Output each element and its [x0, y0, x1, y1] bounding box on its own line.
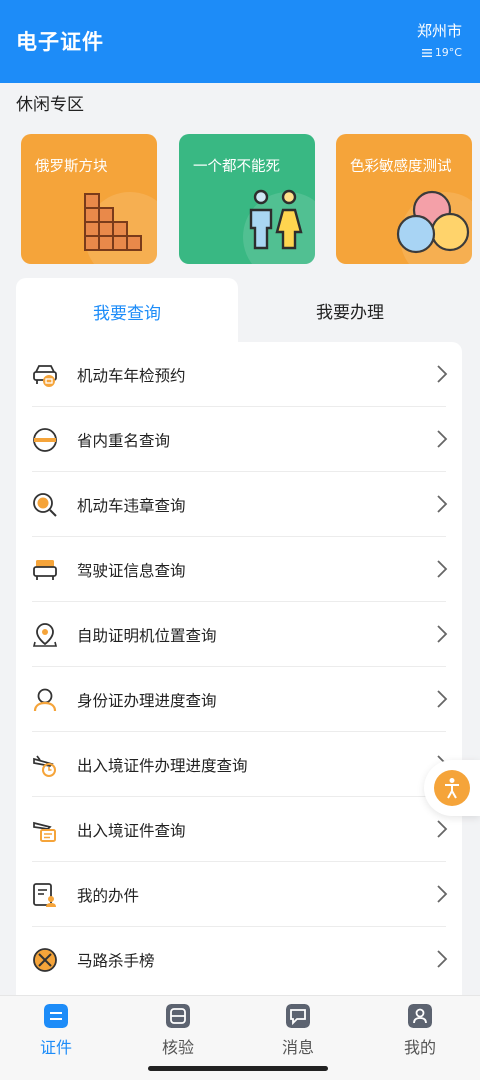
list-item-violation-search[interactable]: 机动车违章查询 — [16, 472, 462, 537]
list-item-label: 出入境证件办理进度查询 — [77, 757, 248, 775]
chevron-right-icon — [437, 820, 448, 838]
chevron-right-icon — [437, 560, 448, 578]
game-card-survive[interactable]: 一个都不能死 — [179, 134, 315, 264]
city-selector[interactable]: 郑州市 — [417, 20, 462, 41]
plane-clock-icon — [33, 755, 56, 777]
list-item-exit-entry-progress[interactable]: 出入境证件办理进度查询 — [16, 732, 462, 797]
haze-icon — [421, 48, 432, 57]
temperature: 19°C — [434, 46, 462, 59]
nav-documents[interactable]: 证件 — [16, 1004, 96, 1064]
game-card-color-test[interactable]: 色彩敏感度测试 — [336, 134, 472, 264]
chevron-right-icon — [437, 495, 448, 513]
location-pin-icon — [32, 623, 58, 647]
list-item-label: 机动车违章查询 — [77, 497, 186, 515]
list-item-label: 我的办件 — [77, 887, 140, 905]
nav-verify[interactable]: 核验 — [138, 1004, 218, 1064]
nav-label: 消息 — [281, 1038, 314, 1057]
car-inspection-icon — [33, 365, 57, 387]
accessibility-icon — [445, 778, 459, 799]
chevron-right-icon — [437, 885, 448, 903]
chevron-right-icon — [437, 950, 448, 968]
list-item-exit-entry-search[interactable]: 出入境证件查询 — [16, 797, 462, 862]
list-item-id-card-progress[interactable]: 身份证办理进度查询 — [16, 667, 462, 732]
nav-profile[interactable]: 我的 — [380, 1004, 460, 1064]
list-item-machine-location[interactable]: 自助证明机位置查询 — [16, 602, 462, 667]
name-search-icon — [33, 428, 57, 452]
chevron-right-icon — [437, 430, 448, 448]
profile-icon — [408, 1004, 432, 1028]
plane-document-icon — [33, 821, 56, 842]
couple-icon — [249, 189, 303, 250]
list-item-label: 身份证办理进度查询 — [77, 692, 217, 710]
message-icon — [286, 1004, 310, 1028]
tab-handle[interactable]: 我要办理 — [238, 278, 462, 342]
service-list: 机动车年检预约 省内重名查询 机动车违章查询 驾驶证信息查询 自助证明机位置查询… — [16, 342, 462, 997]
tetris-blocks-icon — [84, 193, 142, 251]
nav-label: 我的 — [403, 1038, 436, 1057]
chevron-right-icon — [437, 625, 448, 643]
my-documents-icon — [33, 883, 56, 907]
list-item-my-documents[interactable]: 我的办件 — [16, 862, 462, 927]
leisure-section-title: 休闲专区 — [16, 95, 84, 115]
list-item-car-inspection[interactable]: 机动车年检预约 — [16, 342, 462, 407]
list-item-label: 省内重名查询 — [77, 432, 171, 450]
card-label: 俄罗斯方块 — [35, 159, 108, 175]
list-item-road-killer[interactable]: 马路杀手榜 — [16, 927, 462, 992]
list-item-label: 马路杀手榜 — [77, 952, 155, 970]
chevron-right-icon — [437, 365, 448, 383]
nav-label: 证件 — [39, 1038, 72, 1057]
weather-info: 19°C — [421, 46, 462, 59]
tab-query[interactable]: 我要查询 — [16, 278, 238, 344]
list-item-label: 出入境证件查询 — [77, 822, 186, 840]
id-card-progress-icon — [33, 688, 57, 712]
nav-label: 核验 — [161, 1038, 194, 1057]
list-item-label: 驾驶证信息查询 — [77, 562, 186, 580]
list-item-driver-license[interactable]: 驾驶证信息查询 — [16, 537, 462, 602]
app-header: 电子证件 郑州市 19°C — [0, 0, 480, 83]
list-item-label: 机动车年检预约 — [77, 367, 186, 385]
chevron-right-icon — [437, 690, 448, 708]
card-label: 一个都不能死 — [193, 159, 280, 175]
card-label: 色彩敏感度测试 — [350, 159, 452, 175]
documents-icon — [44, 1004, 68, 1028]
nav-messages[interactable]: 消息 — [258, 1004, 338, 1064]
home-indicator — [148, 1066, 328, 1071]
game-card-tetris[interactable]: 俄罗斯方块 — [21, 134, 157, 264]
query-tabs: 我要查询 我要办理 — [16, 278, 462, 344]
page-title: 电子证件 — [16, 30, 104, 54]
driver-license-icon — [33, 560, 57, 580]
list-item-label: 自助证明机位置查询 — [77, 627, 217, 645]
color-circles-icon — [396, 190, 470, 254]
list-item-name-search[interactable]: 省内重名查询 — [16, 407, 462, 472]
violation-search-icon — [33, 493, 57, 517]
road-killer-icon — [33, 948, 57, 972]
accessibility-button[interactable] — [424, 760, 480, 816]
verify-icon — [166, 1004, 190, 1028]
